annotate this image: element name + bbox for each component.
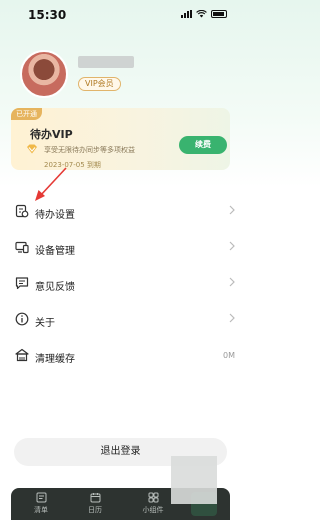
- username-redacted: [78, 56, 134, 68]
- cache-size-value: 0M: [223, 351, 235, 360]
- menu-item-feedback[interactable]: 意见反馈: [0, 267, 241, 303]
- info-icon: [15, 312, 29, 326]
- vip-card[interactable]: 已开通 待办VIP 享受无限待办同步等多项权益 2023-07-05 到期 续费: [11, 108, 230, 170]
- feedback-icon: [15, 277, 29, 290]
- device-icon: [15, 241, 29, 254]
- wifi-icon: [196, 10, 207, 18]
- menu-label: 关于: [35, 318, 55, 329]
- tab-widget[interactable]: 小组件: [133, 492, 173, 516]
- chevron-right-icon: [229, 313, 235, 323]
- clean-icon: [15, 348, 29, 362]
- menu-item-todo-settings[interactable]: 待办设置: [0, 195, 241, 231]
- tab-label: 日历: [88, 506, 102, 514]
- tab-label: 清单: [34, 506, 48, 514]
- profile-section[interactable]: VIP会员: [20, 50, 220, 100]
- status-icons: [181, 10, 227, 18]
- todo-settings-icon: [15, 204, 29, 218]
- chevron-right-icon: [229, 241, 235, 251]
- mosaic-overlay: [171, 456, 217, 504]
- status-bar: 15:30: [0, 0, 241, 30]
- tab-list[interactable]: 清单: [21, 492, 61, 516]
- chevron-right-icon: [229, 205, 235, 215]
- vip-active-badge: 已开通: [11, 108, 42, 120]
- tab-calendar[interactable]: 日历: [75, 492, 115, 516]
- list-icon: [36, 492, 46, 503]
- diamond-icon: [27, 144, 37, 154]
- menu-label: 意见反馈: [35, 282, 75, 293]
- menu-label: 待办设置: [35, 210, 75, 221]
- chevron-right-icon: [229, 277, 235, 287]
- menu-item-clear-cache[interactable]: 清理缓存 0M: [0, 339, 241, 375]
- avatar[interactable]: [20, 50, 68, 98]
- vip-member-tag: VIP会员: [78, 77, 121, 91]
- calendar-icon: [90, 493, 100, 503]
- menu-label: 设备管理: [35, 246, 75, 257]
- menu-label: 清理缓存: [35, 354, 75, 365]
- renew-button[interactable]: 续费: [179, 136, 227, 154]
- widget-icon: [148, 492, 158, 503]
- vip-description: 享受无限待办同步等多项权益: [44, 146, 135, 154]
- menu-item-device-management[interactable]: 设备管理: [0, 231, 241, 267]
- status-time: 15:30: [28, 8, 67, 22]
- tab-label: 小组件: [142, 506, 164, 514]
- menu-item-about[interactable]: 关于: [0, 303, 241, 339]
- signal-icon: [181, 10, 192, 18]
- battery-icon: [211, 10, 227, 18]
- vip-title: 待办VIP: [30, 128, 73, 141]
